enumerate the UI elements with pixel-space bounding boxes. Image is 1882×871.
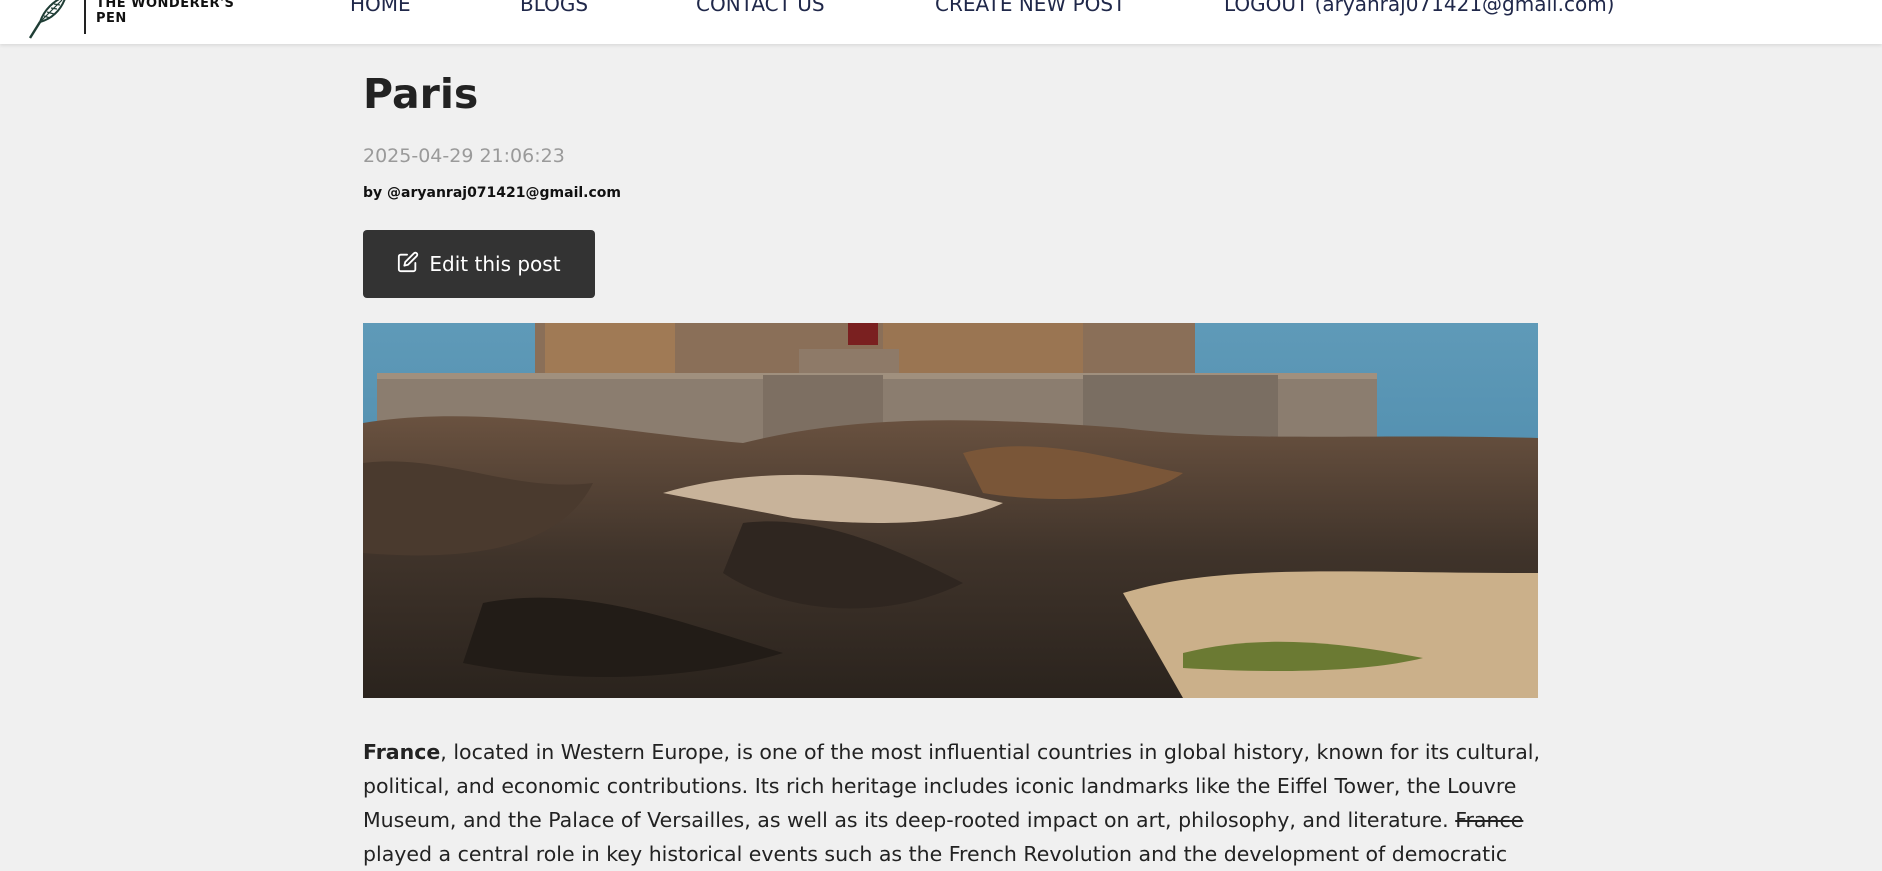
post-hero-image (363, 323, 1538, 698)
nav-home[interactable]: HOME (350, 0, 411, 16)
top-navbar: THE WONDERER'S PEN HOME BLOGS CONTACT US… (0, 0, 1882, 44)
nav-contact-us[interactable]: CONTACT US (696, 0, 825, 16)
post-body-strikethrough: France (1455, 808, 1524, 832)
post-body-text-1: , located in Western Europe, is one of t… (363, 740, 1540, 832)
logo-divider (84, 0, 86, 34)
post-date: 2025-04-29 21:06:23 (363, 145, 565, 167)
edit-icon (397, 251, 419, 278)
edit-post-button[interactable]: Edit this post (363, 230, 595, 298)
post-body: France, located in Western Europe, is on… (363, 735, 1543, 871)
nav-logout[interactable]: LOGOUT (aryanraj071421@gmail.com) (1224, 0, 1614, 16)
post-title: Paris (363, 70, 479, 118)
post-body-text-2: played a central role in key historical … (363, 842, 1508, 866)
nav-create-new-post[interactable]: CREATE NEW POST (935, 0, 1125, 16)
nav-blogs[interactable]: BLOGS (520, 0, 588, 16)
brand-name[interactable]: THE WONDERER'S PEN (96, 0, 266, 26)
post-body-bold: France (363, 740, 441, 764)
post-author: by @aryanraj071421@gmail.com (363, 185, 621, 201)
feather-quill-icon[interactable] (26, 0, 68, 40)
edit-post-label: Edit this post (429, 252, 561, 276)
